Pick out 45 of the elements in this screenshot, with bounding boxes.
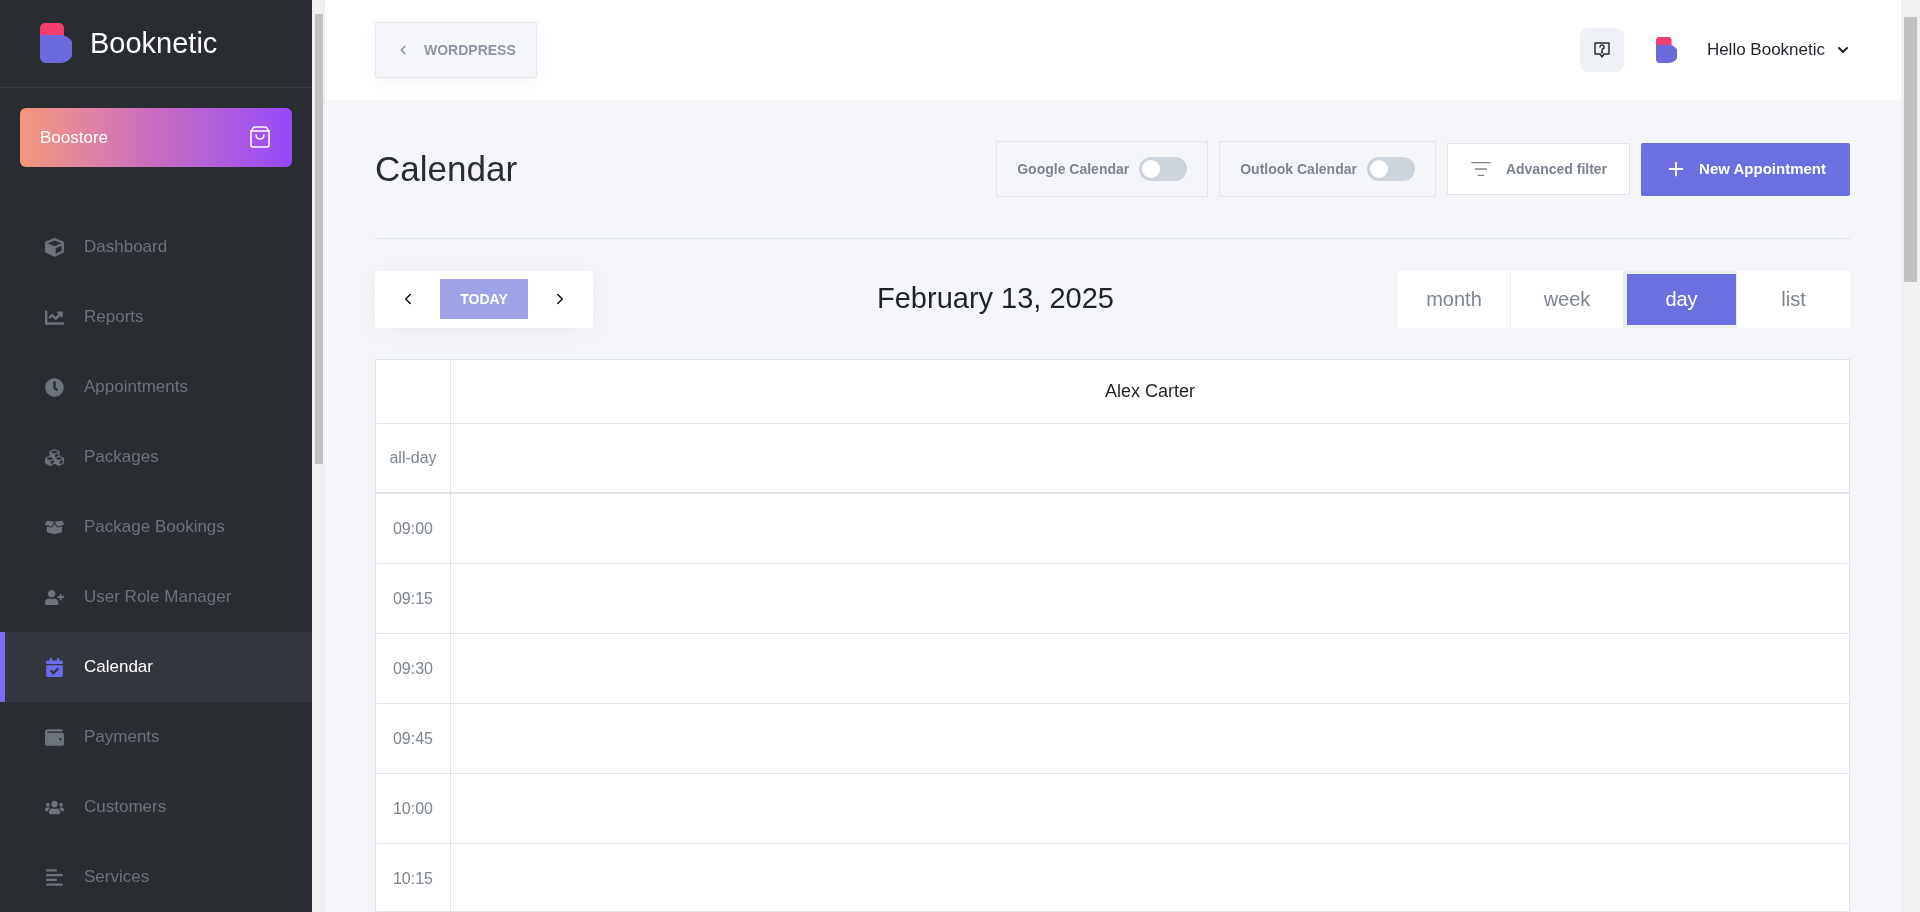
toggle-switch[interactable]	[1139, 157, 1188, 181]
sidebar-item[interactable]: Calendar	[0, 632, 312, 702]
sidebar-item[interactable]: Dashboard	[0, 212, 312, 282]
resource-name: Alex Carter	[1105, 380, 1195, 403]
sidebar-item[interactable]: User Role Manager	[0, 562, 312, 632]
new-appointment-button[interactable]: New Appointment	[1641, 142, 1850, 196]
shopping-bag-icon	[248, 125, 272, 150]
user-plus-icon	[45, 587, 64, 607]
sidebar-item[interactable]: Appointments	[0, 352, 312, 422]
wallet-icon	[45, 727, 64, 747]
current-date: February 13, 2025	[877, 281, 1114, 317]
user-menu[interactable]: Hello Booknetic	[1706, 37, 1851, 63]
time-label: 09:15	[392, 588, 433, 609]
sidebar-item[interactable]: Package Bookings	[0, 492, 312, 562]
today-button[interactable]: TODAY	[440, 279, 528, 319]
cubes-icon	[45, 447, 64, 467]
lines-icon	[45, 867, 64, 887]
toggle-switch[interactable]	[1366, 157, 1415, 181]
page-title: Calendar	[375, 147, 518, 190]
calendar-check-icon	[45, 657, 64, 677]
time-label: 09:00	[392, 518, 433, 539]
help-button[interactable]	[1580, 28, 1625, 72]
sidebar-item[interactable]: Payments	[0, 702, 312, 772]
brand-name: Booknetic	[90, 25, 218, 61]
toggle-label: Google Calendar	[1017, 159, 1130, 179]
logo-icon	[40, 23, 72, 64]
back-link[interactable]: WORDPRESS	[375, 22, 537, 78]
toggle-label: Outlook Calendar	[1240, 159, 1357, 179]
sidebar-item[interactable]: Reports	[0, 282, 312, 352]
cube-icon	[45, 237, 64, 257]
all-day-label: all-day	[389, 448, 437, 468]
sidebar-item[interactable]: Packages	[0, 422, 312, 492]
sidebar-item[interactable]: Customers	[0, 772, 312, 842]
sidebar-item[interactable]: Services	[0, 842, 312, 912]
time-label: 10:00	[392, 798, 433, 819]
time-label: 09:30	[392, 658, 433, 679]
help-icon	[1592, 40, 1613, 60]
clock-icon	[45, 377, 64, 397]
line-chart-icon	[45, 307, 64, 327]
boostore-button[interactable]: Boostore	[20, 107, 292, 167]
view-tab[interactable]: day	[1624, 270, 1737, 328]
advanced-filter-button[interactable]: Advanced filter	[1446, 143, 1631, 195]
time-label: 10:15	[392, 868, 433, 889]
logo-icon	[1656, 37, 1677, 63]
time-label: 09:45	[392, 728, 433, 749]
